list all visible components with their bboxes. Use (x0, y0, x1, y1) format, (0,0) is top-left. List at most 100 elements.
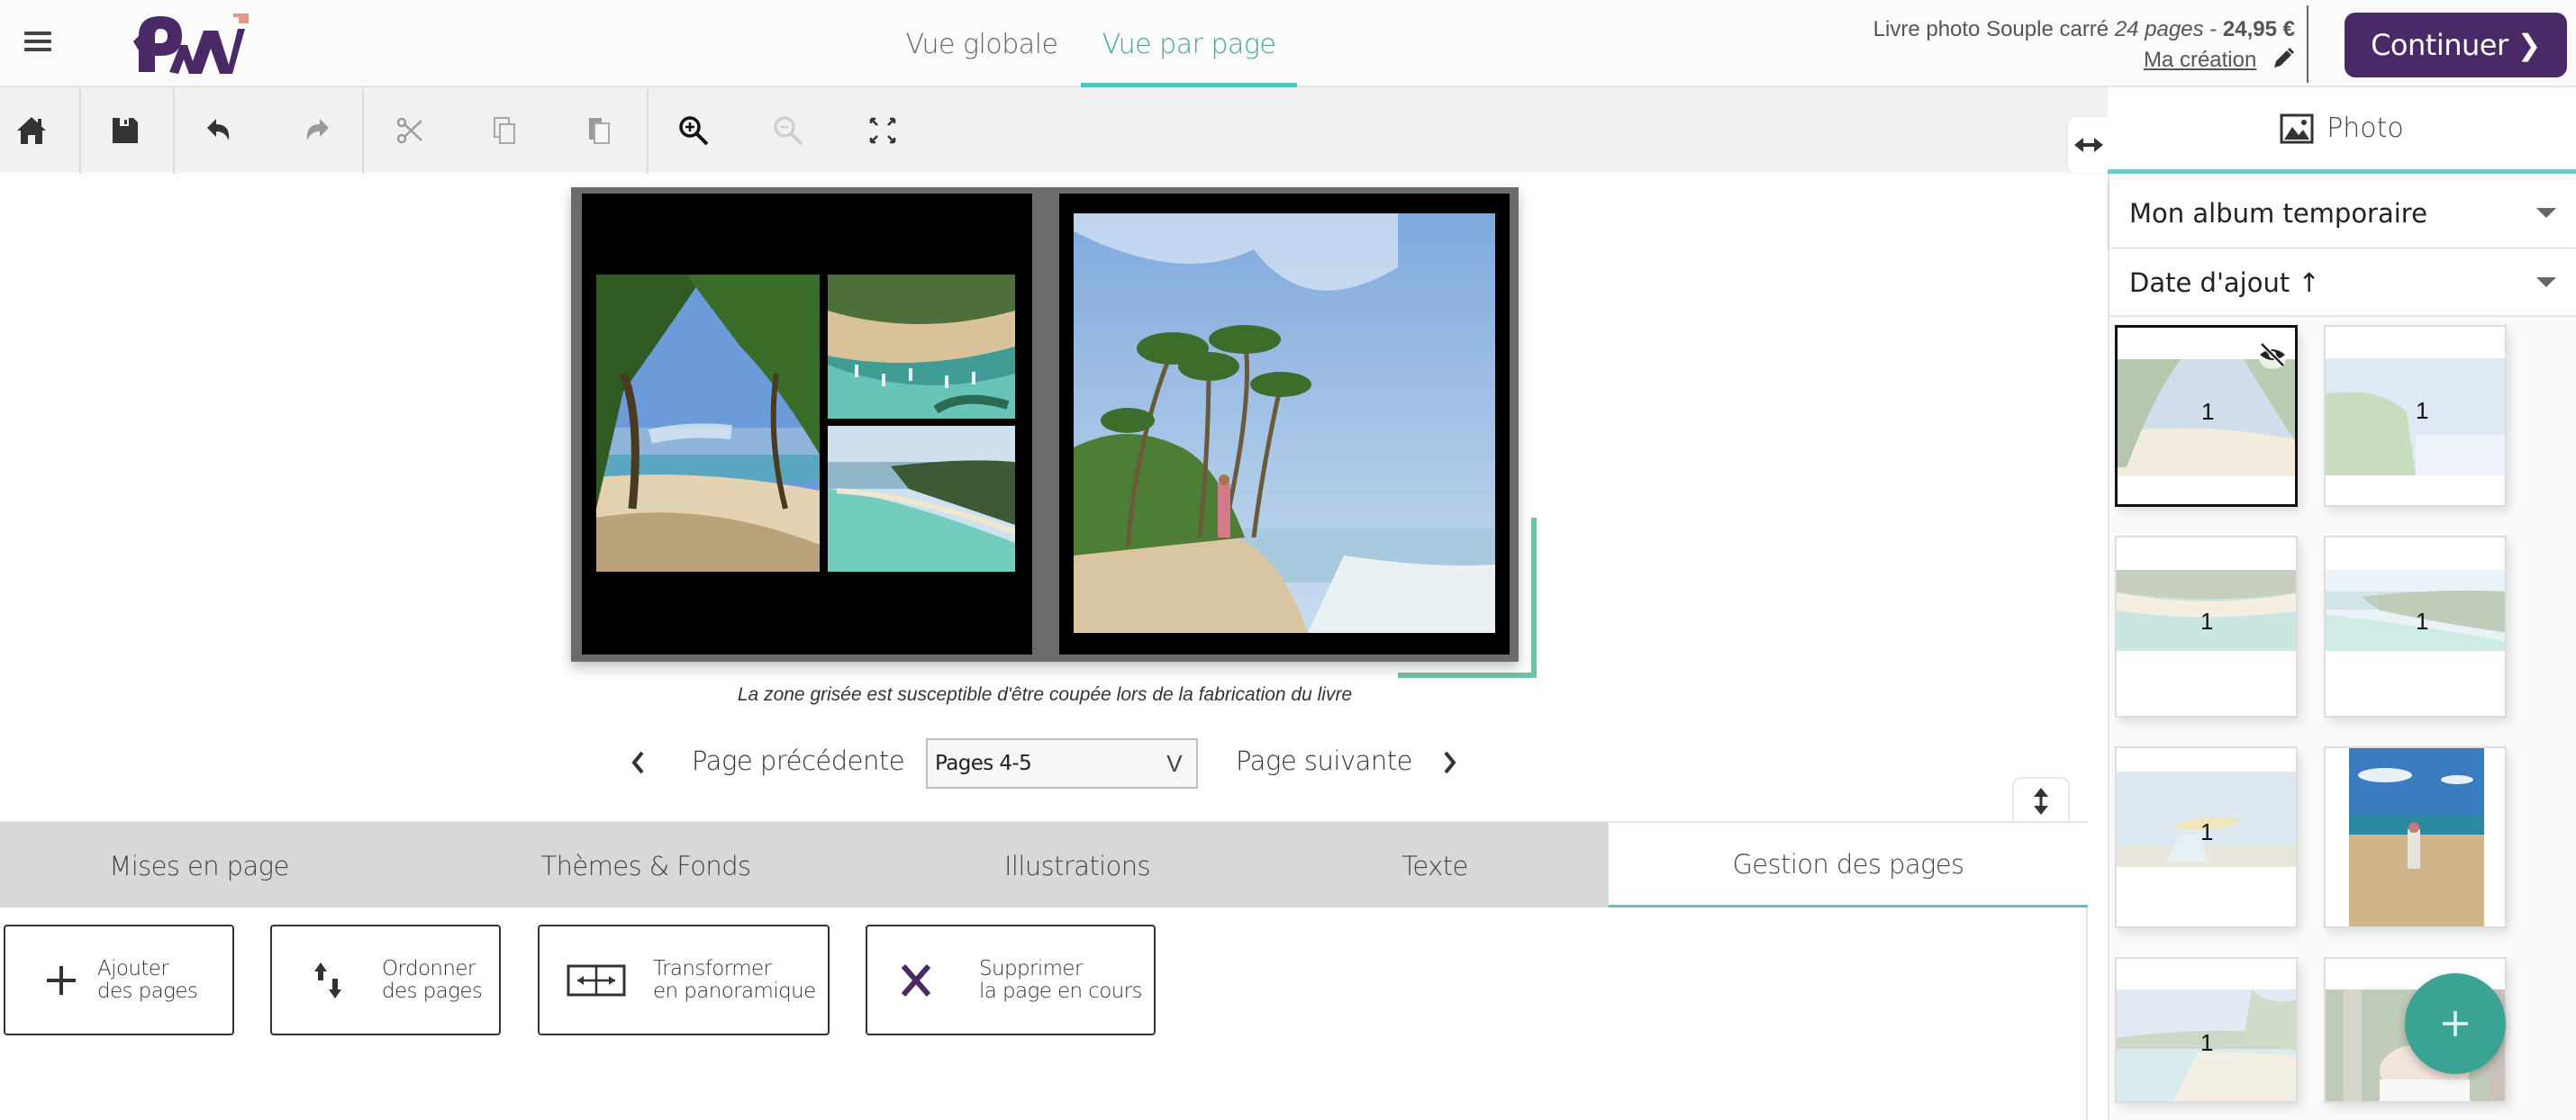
photo-thumbnail[interactable] (2324, 746, 2507, 928)
fit-screen-button[interactable] (851, 87, 914, 174)
pw-logo-icon (133, 14, 249, 74)
tab-gestion-des-pages[interactable]: Gestion des pages (1609, 823, 2088, 909)
panoramic-label: Transformer en panoramique (653, 956, 816, 1003)
reorder-pages-button[interactable]: Ordonner des pages (270, 925, 501, 1035)
horizontal-resize-arrows-icon (2074, 138, 2103, 152)
plus-icon (2443, 1011, 2468, 1036)
tab-themes-fonds[interactable]: Thèmes & Fonds (398, 823, 893, 909)
creation-line: Ma création (1873, 45, 2295, 76)
usage-count: 1 (2200, 608, 2214, 635)
tab-vue-par-page[interactable]: Vue par page (1081, 0, 1297, 87)
continue-button[interactable]: Continuer ❯ (2345, 13, 2567, 77)
photo-frame-palm-beach[interactable] (596, 275, 820, 572)
panoramic-button[interactable]: Transformer en panoramique (538, 925, 830, 1035)
prev-page-link[interactable]: Page précédente (692, 745, 905, 776)
reorder-pages-label: Ordonner des pages (382, 956, 483, 1003)
photo-frame-aerial-beach[interactable] (828, 275, 1015, 419)
price-separator: - (2203, 17, 2223, 41)
action-line: la page en cours (979, 979, 1143, 1003)
chevron-right-icon (1444, 751, 1456, 774)
product-price: 24,95 € (2222, 17, 2295, 41)
scissors-icon (396, 117, 422, 144)
zoom-in-icon (679, 116, 709, 146)
panel-vertical-resize-handle[interactable] (2012, 777, 2070, 824)
menu-icon-bar (24, 40, 51, 43)
paste-button[interactable] (567, 87, 630, 174)
redo-button[interactable] (284, 87, 347, 174)
tab-illustrations[interactable]: Illustrations (893, 823, 1261, 909)
copy-button[interactable] (473, 87, 536, 174)
photo-thumbnail[interactable]: 1 (2115, 746, 2298, 928)
action-line: Ordonner (382, 956, 476, 980)
action-line: Supprimer (979, 956, 1083, 980)
usage-count: 1 (2200, 1029, 2214, 1056)
album-select-value: Mon album temporaire (2129, 198, 2427, 229)
delete-page-label: Supprimer la page en cours (979, 956, 1143, 1003)
side-panel-resize-handle[interactable] (2068, 117, 2109, 173)
chevron-right-icon: ❯ (2517, 28, 2542, 62)
photo-woman-palms (1074, 213, 1495, 633)
continue-label: Continuer (2371, 28, 2508, 62)
home-icon (17, 117, 46, 144)
page-right[interactable] (1059, 194, 1510, 655)
hamburger-menu-button[interactable] (20, 27, 56, 59)
photo-coast-aerial (828, 426, 1015, 572)
zoom-out-button[interactable] (757, 87, 820, 174)
page-left[interactable] (582, 194, 1032, 655)
page-selector[interactable]: Pages 4-5 V (926, 738, 1198, 789)
photo-aerial-beach (828, 275, 1015, 419)
photo-thumbnail[interactable]: 1 (2115, 536, 2298, 718)
photo-frame-woman-palms[interactable] (1074, 213, 1495, 633)
menu-icon-bar (24, 32, 51, 35)
eye-slash-hidden-icon[interactable] (2254, 340, 2290, 369)
next-page-link[interactable]: Page suivante (1236, 745, 1413, 776)
photo-tab-label: Photo (2327, 113, 2404, 144)
floppy-save-icon (113, 118, 138, 143)
add-pages-button[interactable]: Ajouter des pages (4, 925, 234, 1035)
save-button[interactable] (94, 87, 157, 174)
action-line: Transformer (653, 956, 772, 980)
photo-frame-coast-aerial[interactable] (828, 426, 1015, 572)
tab-mises-en-page[interactable]: Mises en page (0, 823, 398, 909)
photo-thumbnail[interactable]: 1 (2324, 325, 2507, 507)
product-summary: Livre photo Souple carré 24 pages - 24,9… (1873, 14, 2295, 76)
add-photos-fab[interactable] (2405, 973, 2506, 1074)
tools-tab-bar: Mises en page Thèmes & Fonds Illustratio… (0, 821, 2088, 909)
album-select[interactable]: Mon album temporaire (2109, 179, 2576, 248)
zoom-out-icon (774, 116, 803, 146)
photo-thumbnail[interactable]: 1 (2115, 957, 2298, 1103)
undo-icon (207, 119, 230, 140)
action-line: des pages (382, 979, 483, 1003)
menu-icon-bar (24, 48, 51, 51)
delete-page-button[interactable]: Supprimer la page en cours (866, 925, 1156, 1035)
thumb-image-woman-beach (2349, 748, 2484, 926)
ma-creation-link[interactable]: Ma création (2144, 48, 2256, 72)
toolbar-divider (173, 87, 175, 174)
tab-vue-globale[interactable]: Vue globale (892, 0, 1072, 87)
toolbar-divider (362, 87, 364, 174)
paste-icon (589, 118, 610, 144)
zoom-in-button[interactable] (662, 87, 725, 174)
page-selector-value: Pages 4-5 (935, 752, 1032, 775)
sort-select[interactable]: Date d'ajout ↑ (2109, 248, 2576, 317)
next-page-arrow[interactable] (1432, 740, 1468, 785)
undo-button[interactable] (189, 87, 252, 174)
usage-count: 1 (2201, 398, 2215, 425)
cut-button[interactable] (378, 87, 441, 174)
vertical-resize-arrows-icon (2034, 788, 2048, 815)
tab-photo[interactable]: Photo (2108, 87, 2576, 174)
prev-page-arrow[interactable] (620, 740, 656, 785)
tab-texte[interactable]: Texte (1261, 823, 1609, 909)
redo-icon (306, 119, 329, 140)
reorder-arrows-icon (292, 961, 364, 1000)
caret-down-icon (2536, 277, 2556, 287)
photo-thumbnail[interactable]: 1 (2324, 536, 2507, 718)
product-pages: 24 pages (2114, 17, 2204, 41)
brand-logo[interactable] (122, 9, 258, 81)
caret-down-icon (2536, 208, 2556, 218)
fullscreen-arrows-icon (869, 117, 896, 144)
photo-thumbnail[interactable]: 1 (2115, 325, 2298, 507)
pencil-edit-icon[interactable] (2272, 47, 2295, 70)
home-button[interactable] (0, 87, 63, 174)
editor-toolbar (0, 87, 2108, 174)
